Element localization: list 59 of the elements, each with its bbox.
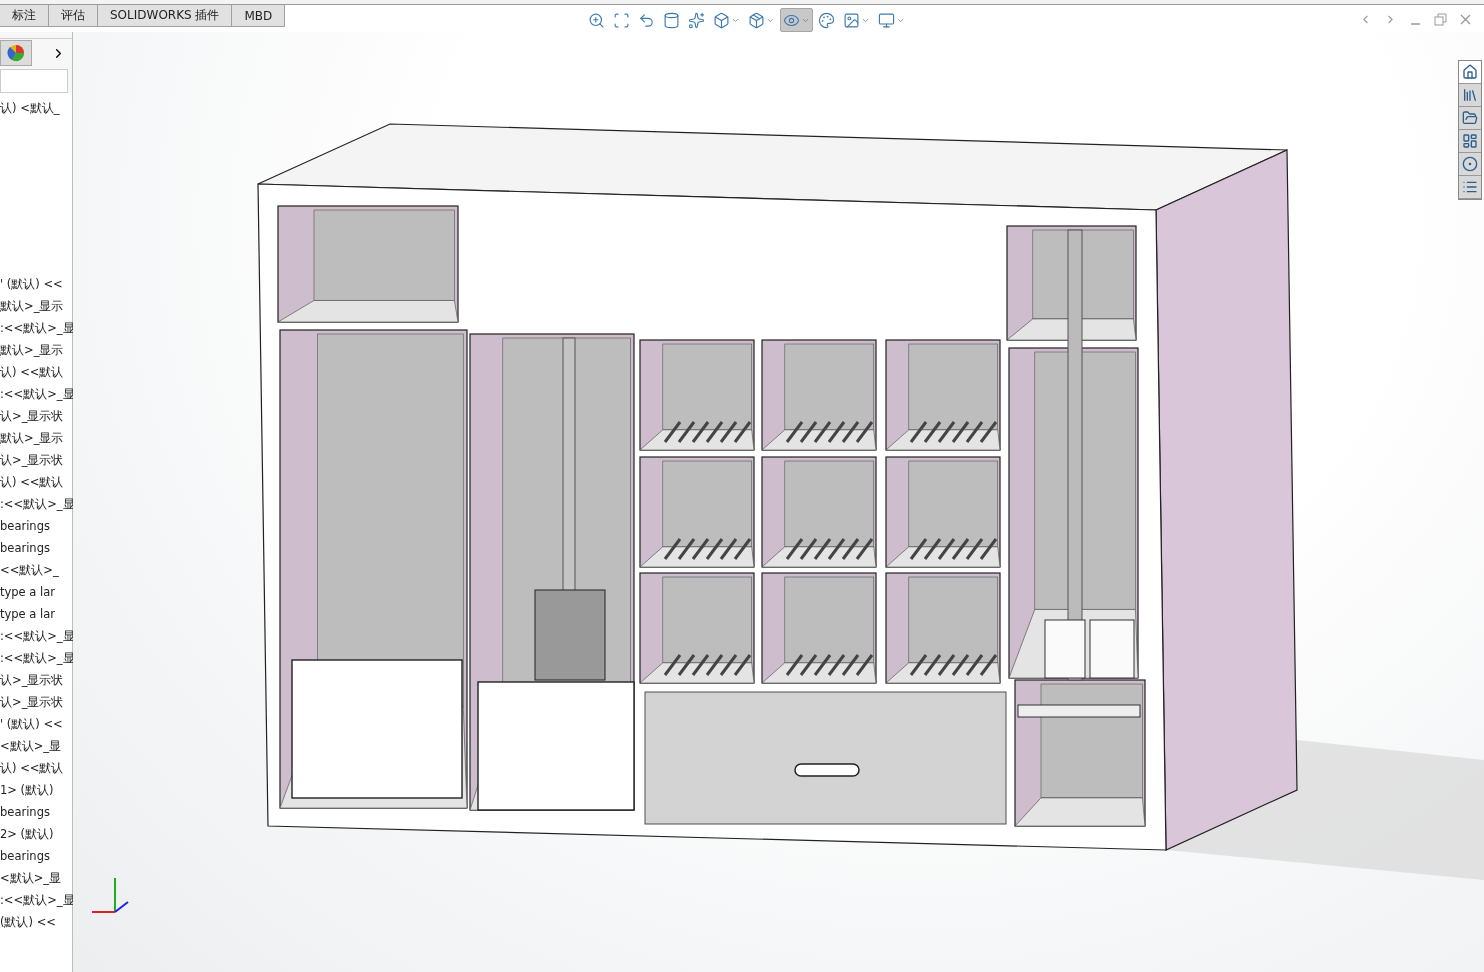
axis-triad-icon	[91, 877, 129, 913]
scene-icon	[843, 11, 861, 29]
zoom-fit-icon	[588, 11, 606, 29]
library-icon	[1462, 87, 1478, 103]
task-pane-tab[interactable]	[1459, 176, 1481, 199]
view-toolbar-button[interactable]	[780, 8, 814, 32]
tree-item[interactable]: 2> (默认)	[0, 823, 75, 845]
list-icon	[1462, 179, 1478, 195]
tree-item[interactable]: 默认>_显示	[0, 295, 75, 317]
tree-item[interactable]: ' (默认) <<	[0, 713, 75, 735]
tree-item[interactable]: bearings	[0, 845, 75, 867]
tree-item[interactable]: :<<默认>_显	[0, 317, 75, 339]
tree-item[interactable]: type a lar	[0, 603, 75, 625]
tree-item[interactable]: 认) <<默认	[0, 361, 75, 383]
tree-item[interactable]: ' (默认) <<	[0, 273, 75, 295]
color-wheel-icon	[7, 44, 25, 62]
cube-icon	[713, 11, 731, 29]
tree-item[interactable]: 认>_显示状	[0, 449, 75, 471]
task-pane-tab[interactable]	[1459, 107, 1481, 130]
tree-item[interactable]: bearings	[0, 801, 75, 823]
close-icon[interactable]	[1459, 13, 1472, 26]
tree-item[interactable]: 认) <默认_	[0, 97, 75, 119]
home-icon	[1462, 64, 1478, 80]
task-pane-tab[interactable]	[1459, 84, 1481, 107]
tree-item[interactable]: 认>_显示状	[0, 669, 75, 691]
folder-icon	[1462, 110, 1478, 126]
tree-item[interactable]: 默认>_显示	[0, 427, 75, 449]
tree-item[interactable]: type a lar	[0, 581, 75, 603]
monitor-icon	[878, 11, 896, 29]
tree-item[interactable]: :<<默认>_显	[0, 625, 75, 647]
tree-item[interactable]: 默认>_显示	[0, 339, 75, 361]
tree-item[interactable]: <<默认>_	[0, 559, 75, 581]
tree-item[interactable]: :<<默认>_显	[0, 889, 75, 911]
tree-item[interactable]: 认) <<默认	[0, 471, 75, 493]
tree-item[interactable]: :<<默认>_显	[0, 493, 75, 515]
command-tab[interactable]: MBD	[232, 5, 286, 27]
tree-item[interactable]: :<<默认>_显	[0, 383, 75, 405]
appearance-tab[interactable]	[0, 40, 32, 66]
task-pane-tab[interactable]	[1459, 153, 1481, 176]
tree-item[interactable]: <默认>_显	[0, 867, 75, 889]
tree-item[interactable]: bearings	[0, 515, 75, 537]
tree-item[interactable]: 认>_显示状	[0, 691, 75, 713]
tree-item[interactable]: 认) <<默认	[0, 757, 75, 779]
box-icon	[748, 11, 766, 29]
command-tab[interactable]: SOLIDWORKS 插件	[98, 5, 233, 27]
tree-item[interactable]: <默认>_显	[0, 735, 75, 757]
task-pane-tab[interactable]	[1459, 61, 1481, 84]
zoom-area-icon	[613, 11, 631, 29]
command-tab[interactable]: 评估	[49, 5, 98, 27]
command-tab[interactable]: 标注	[0, 5, 49, 27]
tree-item[interactable]: 认>_显示状	[0, 405, 75, 427]
filter-field[interactable]	[0, 69, 68, 93]
tree-item[interactable]: :<<默认>_显	[0, 647, 75, 669]
restore-icon[interactable]	[1434, 13, 1447, 26]
tree-item[interactable]: bearings	[0, 537, 75, 559]
task-pane-tab[interactable]	[1459, 130, 1481, 153]
previous-view-icon	[638, 11, 656, 29]
tree-item[interactable]: 1> (默认)	[0, 779, 75, 801]
tree-item[interactable]: (默认) <<	[0, 911, 75, 933]
